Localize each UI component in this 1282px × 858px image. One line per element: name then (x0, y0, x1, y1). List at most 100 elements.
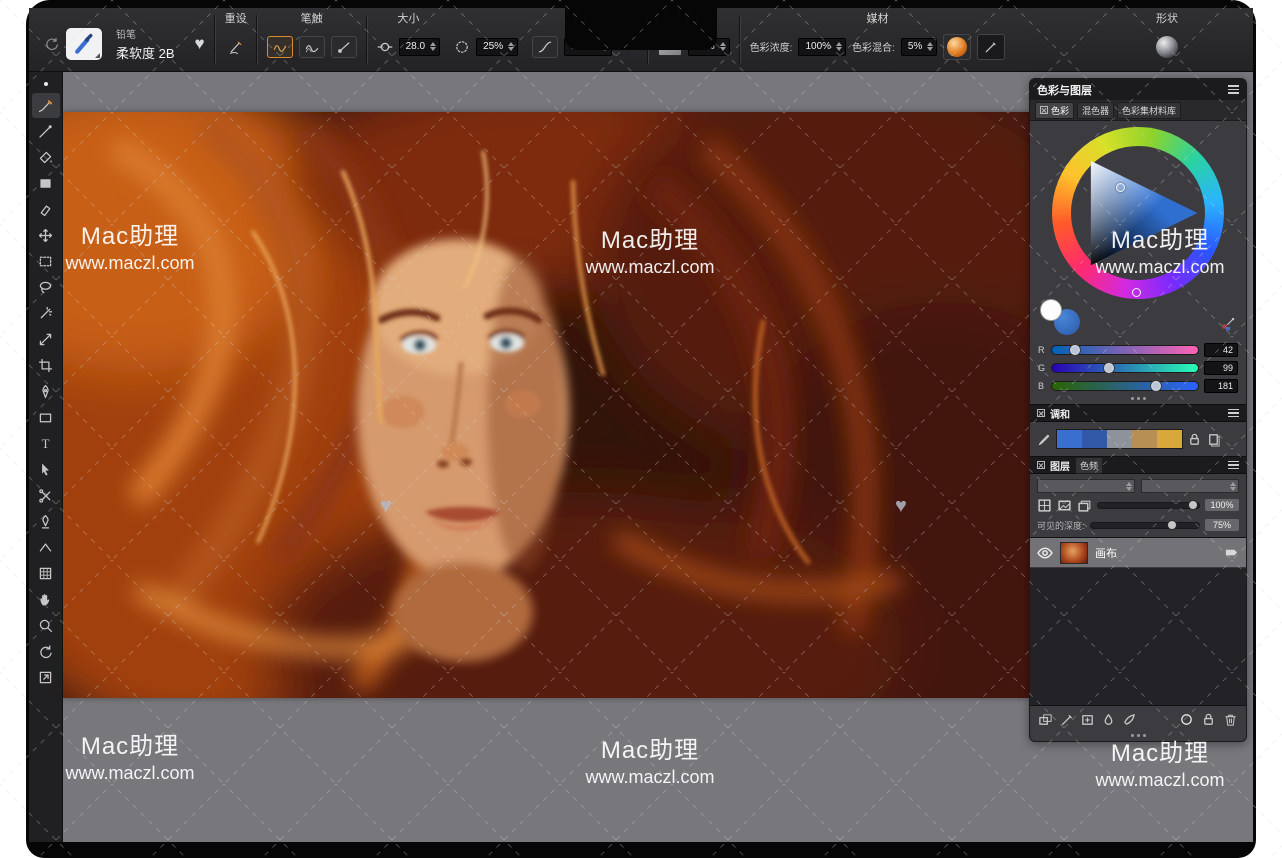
opacity-stepper-icon[interactable] (508, 42, 514, 51)
panel-menu-icon[interactable] (1228, 85, 1239, 94)
convert-point-tool-icon[interactable] (32, 535, 60, 560)
straight-line-stroke-button[interactable] (331, 36, 357, 58)
lock-icon[interactable] (1187, 432, 1202, 447)
harmony-menu-icon[interactable] (1228, 409, 1239, 418)
magnifier-tool-icon[interactable] (32, 613, 60, 638)
transfer-curve-icon[interactable] (532, 36, 558, 58)
red-value[interactable]: 42 (1204, 343, 1238, 357)
eraser-tool-icon[interactable] (32, 197, 60, 222)
remove-point-tool-icon[interactable] (32, 509, 60, 534)
brush-name-block[interactable]: 铅笔 柔软度 2B (116, 26, 175, 62)
preserve-transparency-icon[interactable] (1179, 712, 1194, 727)
reset-brush-icon[interactable] (228, 39, 244, 55)
hue-selector-icon[interactable] (1132, 288, 1141, 297)
layer-row-canvas[interactable]: 画布 (1030, 538, 1246, 568)
lock-layer-icon[interactable] (1201, 712, 1216, 727)
close-layers-icon[interactable] (1037, 461, 1045, 469)
scissors-tool-icon[interactable] (32, 483, 60, 508)
close-tab-icon[interactable] (1040, 106, 1048, 114)
image-icon[interactable] (1057, 498, 1072, 513)
green-value[interactable]: 99 (1204, 361, 1238, 375)
brush-history-icon[interactable] (44, 36, 60, 52)
panel-resize-dots-icon[interactable] (1030, 393, 1246, 404)
shape-sphere-icon[interactable] (1156, 36, 1178, 58)
layer-opacity-slider[interactable] (1097, 502, 1200, 509)
color-set-dropper-icon[interactable] (1221, 317, 1236, 332)
transform-tool-icon[interactable] (32, 327, 60, 352)
brush-selector-button[interactable] (66, 28, 102, 60)
blue-slider[interactable] (1051, 381, 1199, 391)
grabber-hand-tool-icon[interactable] (32, 587, 60, 612)
red-slider[interactable] (1051, 345, 1199, 355)
grain-stepper-icon[interactable] (720, 42, 726, 51)
layers-stack-icon[interactable] (1077, 498, 1092, 513)
tab-layers[interactable]: 图层 (1050, 458, 1070, 473)
layer-opacity-value[interactable]: 100% (1205, 499, 1239, 511)
harmony-header[interactable]: 调和 (1030, 404, 1246, 422)
size-field[interactable]: 28.0 (399, 38, 440, 56)
dropper-tool-icon[interactable] (32, 119, 60, 144)
crop-tool-icon[interactable] (32, 353, 60, 378)
layer-visibility-eye-icon[interactable] (1037, 547, 1053, 559)
harmony-swatches[interactable] (1056, 429, 1183, 449)
shape-selection-tool-icon[interactable] (32, 457, 60, 482)
freehand-stroke-button[interactable] (267, 36, 293, 58)
canvas-navigation-tool-icon[interactable] (32, 665, 60, 690)
toolbar-separator (366, 15, 368, 64)
magic-wand-tool-icon[interactable] (32, 301, 60, 326)
tab-mixer[interactable]: 混色器 (1077, 102, 1114, 119)
layer-adjuster-tool-icon[interactable] (32, 223, 60, 248)
tab-color-sets[interactable]: 色彩集材料库 (1117, 102, 1181, 119)
layer-list[interactable]: 画布 (1030, 537, 1246, 706)
lasso-tool-icon[interactable] (32, 275, 60, 300)
panel-header[interactable]: 色彩与图层 (1030, 79, 1246, 100)
pen-tool-icon[interactable] (32, 379, 60, 404)
color-density-field[interactable]: 100% (798, 38, 846, 56)
toolbox-collapse-dot-icon[interactable] (44, 82, 48, 86)
grid-icon[interactable] (1037, 498, 1052, 513)
color-blend-field[interactable]: 5% (901, 38, 937, 56)
gradient-tool-icon[interactable] (32, 171, 60, 196)
panel-resize-dots-icon[interactable] (1030, 732, 1246, 741)
rectangular-shape-tool-icon[interactable] (32, 405, 60, 430)
new-swatch-icon[interactable] (1206, 432, 1221, 447)
visible-depth-slider[interactable] (1090, 522, 1200, 529)
color-wheel[interactable] (1052, 127, 1224, 299)
layer-commands-icon[interactable] (1038, 712, 1053, 727)
media-ball-icon[interactable] (943, 34, 971, 60)
text-tool-icon[interactable]: T (32, 431, 60, 456)
layer-composite-depth-select[interactable] (1141, 479, 1239, 493)
new-layer-icon[interactable] (1080, 712, 1095, 727)
calligraphy-stroke-button[interactable] (299, 36, 325, 58)
delete-layer-icon[interactable] (1223, 712, 1238, 727)
brush-tool-icon[interactable] (32, 93, 60, 118)
tab-channels[interactable]: 色频 (1075, 457, 1103, 474)
opacity-field[interactable]: 25% (476, 38, 518, 56)
close-harmony-icon[interactable] (1037, 409, 1045, 417)
rectangular-selection-tool-icon[interactable] (32, 249, 60, 274)
green-slider[interactable] (1051, 363, 1199, 373)
color-blend-stepper-icon[interactable] (927, 42, 933, 51)
media-pen-icon[interactable] (977, 34, 1005, 60)
paint-bucket-tool-icon[interactable] (32, 145, 60, 170)
color-density-stepper-icon[interactable] (836, 42, 842, 51)
perspective-grid-tool-icon[interactable] (32, 561, 60, 586)
size-stepper-icon[interactable] (430, 42, 436, 51)
tab-color[interactable]: 色彩 (1035, 102, 1074, 119)
panel-title: 色彩与图层 (1037, 82, 1092, 98)
layer-composite-method-select[interactable] (1037, 479, 1135, 493)
new-watercolor-layer-icon[interactable] (1101, 712, 1116, 727)
rotate-page-tool-icon[interactable] (32, 639, 60, 664)
harmony-dropper-icon[interactable] (1037, 432, 1052, 447)
layer-thumbnail[interactable] (1060, 542, 1088, 564)
additional-color-swatch[interactable] (1040, 299, 1062, 321)
layers-header[interactable]: 图层 色频 (1030, 456, 1246, 474)
layers-menu-icon[interactable] (1228, 461, 1239, 470)
canvas-painting[interactable] (63, 112, 1031, 698)
visible-depth-value[interactable]: 75% (1205, 519, 1239, 531)
favorite-heart-icon[interactable]: ♥ (195, 34, 205, 54)
new-liquid-ink-layer-icon[interactable] (1122, 712, 1137, 727)
dynamic-plugins-icon[interactable] (1059, 712, 1074, 727)
sv-selector-icon[interactable] (1116, 183, 1125, 192)
blue-value[interactable]: 181 (1204, 379, 1238, 393)
